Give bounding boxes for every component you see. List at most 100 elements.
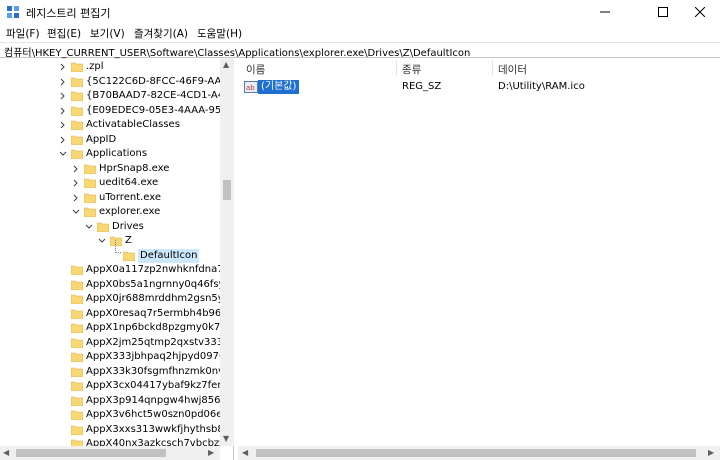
- folder-icon: [71, 149, 83, 159]
- window-title: 레지스트리 편집기: [26, 7, 111, 20]
- chevron-right-icon[interactable]: [71, 176, 81, 190]
- scroll-up-icon[interactable]: ▲: [223, 60, 229, 69]
- menu-help[interactable]: 도움말(H): [197, 26, 242, 41]
- folder-icon: [71, 77, 83, 87]
- title-bar: 레지스트리 편집기: [0, 0, 720, 24]
- values-horizontal-scroll-thumb[interactable]: [256, 449, 696, 457]
- tree-node-label: AppX3cx04417ybaf9kz7fem54: [86, 380, 234, 391]
- maximize-icon: [658, 7, 668, 17]
- folder-icon: [71, 280, 83, 290]
- folder-icon: [97, 222, 109, 232]
- folder-icon: [84, 178, 96, 188]
- chevron-right-icon[interactable]: [58, 104, 68, 118]
- value-name[interactable]: (기본값): [258, 80, 300, 94]
- minimize-button[interactable]: [582, 0, 628, 24]
- menu-view[interactable]: 보기(V): [90, 26, 125, 41]
- folder-icon: [71, 352, 83, 362]
- column-header-type[interactable]: 종류: [402, 62, 421, 77]
- chevron-right-icon[interactable]: [58, 89, 68, 103]
- menu-edit[interactable]: 편집(E): [47, 26, 81, 41]
- menu-file[interactable]: 파일(F): [6, 26, 40, 41]
- value-type: REG_SZ: [402, 81, 442, 92]
- tree-node-label: Applications: [86, 148, 148, 159]
- registry-editor-window: 레지스트리 편집기 파일(F) 편집(E) 보기(V) 즐겨찾기(A) 도움말(…: [0, 0, 720, 460]
- scroll-right-icon[interactable]: ▶: [708, 448, 714, 457]
- tree-node-label: AppX0resaq7r5ermbh4b96ke3: [86, 307, 234, 319]
- chevron-right-icon[interactable]: [58, 75, 68, 89]
- value-row[interactable]: ab (기본값) REG_SZ D:\Utility\RAM.ico: [238, 80, 720, 94]
- tree-node-label: AppX3p914qnpgw4hwj856jw2: [86, 394, 234, 406]
- tree-vertical-scroll-thumb[interactable]: [223, 180, 231, 200]
- folder-icon: [71, 106, 83, 116]
- tree-node-label: .zpl: [86, 61, 104, 72]
- folder-icon: [71, 91, 83, 101]
- folder-icon: [71, 410, 83, 420]
- chevron-down-icon[interactable]: [58, 147, 68, 161]
- tree-node-label: AppX333jbhpaq2hjpyd097614: [86, 351, 234, 362]
- chevron-right-icon[interactable]: [58, 118, 68, 132]
- close-button[interactable]: [680, 0, 720, 24]
- chevron-right-icon[interactable]: [71, 162, 81, 176]
- folder-icon: [84, 193, 96, 203]
- tree-node-label: {B70BAAD7-82CE-4CD1-A486: [86, 90, 234, 101]
- scroll-left-icon[interactable]: ◀: [3, 448, 9, 457]
- tree-node-label: AppID: [86, 133, 117, 145]
- registry-tree[interactable]: .zpl {5C122C6D-8FCC-46F9-AAB7 {B70BAAD7-82…: [0, 58, 234, 460]
- address-bar[interactable]: 컴퓨터\HKEY_CURRENT_USER\Software\Classes\A…: [0, 42, 720, 59]
- folder-icon: [71, 120, 83, 130]
- column-separator[interactable]: [396, 60, 397, 76]
- menu-bar: 파일(F) 편집(E) 보기(V) 즐겨찾기(A) 도움말(H): [0, 24, 720, 42]
- folder-icon: [71, 323, 83, 333]
- minimize-icon: [600, 11, 610, 13]
- tree-connector-line: [115, 240, 121, 253]
- tree-node-label: uTorrent.exe: [99, 191, 162, 203]
- chevron-right-icon[interactable]: [58, 133, 68, 147]
- folder-icon: [71, 135, 83, 145]
- tree-node-label: AppX33k30fsgmfhnzmk0nv1x: [86, 365, 234, 377]
- column-header-data[interactable]: 데이터: [498, 62, 527, 77]
- address-path[interactable]: 컴퓨터\HKEY_CURRENT_USER\Software\Classes\A…: [4, 44, 470, 59]
- menu-favorites[interactable]: 즐겨찾기(A): [134, 26, 188, 41]
- column-separator[interactable]: [492, 60, 493, 76]
- chevron-down-icon[interactable]: [84, 220, 94, 234]
- close-icon: [695, 7, 705, 17]
- scroll-down-icon[interactable]: ▼: [223, 434, 229, 443]
- chevron-right-icon[interactable]: [58, 60, 68, 74]
- values-list: 이름 종류 데이터 ab (기본값) REG_SZ D:\Utility\RAM…: [238, 58, 720, 460]
- scroll-left-icon[interactable]: ◀: [242, 448, 248, 457]
- values-horizontal-scrollbar[interactable]: ◀ ▶: [238, 446, 720, 460]
- folder-icon: [71, 309, 83, 319]
- tree-node-label: explorer.exe: [99, 206, 161, 217]
- tree-vertical-scrollbar[interactable]: ▲ ▼: [220, 58, 234, 446]
- tree-node-label: AppX0bs5a1ngrnny0q46fsy6hn: [86, 278, 234, 290]
- tree-node-label: DefaultIcon: [138, 248, 200, 263]
- registry-editor-icon: [7, 6, 19, 18]
- folder-icon: [71, 62, 83, 72]
- tree-node-label: AppX1np6bckd8pzgmy0k7rjk4: [86, 322, 234, 333]
- tree-node-label: AppX3xxs313wwkfjhythsb8q4: [86, 423, 234, 435]
- folder-icon: [71, 396, 83, 406]
- tree-node-label: {E09EDEC9-05E3-4AAA-9554-: [86, 104, 234, 116]
- chevron-down-icon[interactable]: [71, 205, 81, 219]
- tree-node-label: {5C122C6D-8FCC-46F9-AAB7: [86, 75, 234, 87]
- tree-node-label: uedit64.exe: [99, 177, 159, 188]
- tree-horizontal-scrollbar[interactable]: ◀ ▶: [0, 446, 220, 460]
- tree-node-label: ActivatableClasses: [86, 119, 180, 130]
- string-value-icon: ab: [244, 81, 258, 93]
- tree-node-label: AppX2jm25qtmp2qxstv333wv: [86, 336, 234, 348]
- column-header-name[interactable]: 이름: [246, 62, 265, 77]
- tree-node-label: AppX3v6hct5w0szn0pd06ekse: [86, 409, 234, 420]
- folder-icon: [71, 294, 83, 304]
- svg-text:ab: ab: [246, 84, 255, 92]
- folder-icon: [71, 425, 83, 435]
- folder-icon: [71, 367, 83, 377]
- folder-icon: [71, 265, 83, 275]
- tree-horizontal-scroll-thumb[interactable]: [16, 449, 166, 457]
- chevron-down-icon[interactable]: [97, 234, 107, 248]
- tree-node-label: AppX0a117zp2nwhknfdna7edw: [86, 264, 234, 275]
- tree-node-label: Z: [125, 235, 132, 246]
- folder-icon: [84, 164, 96, 174]
- tree-node-label: Drives: [112, 220, 144, 232]
- scroll-right-icon[interactable]: ▶: [208, 448, 214, 457]
- chevron-right-icon[interactable]: [71, 191, 81, 205]
